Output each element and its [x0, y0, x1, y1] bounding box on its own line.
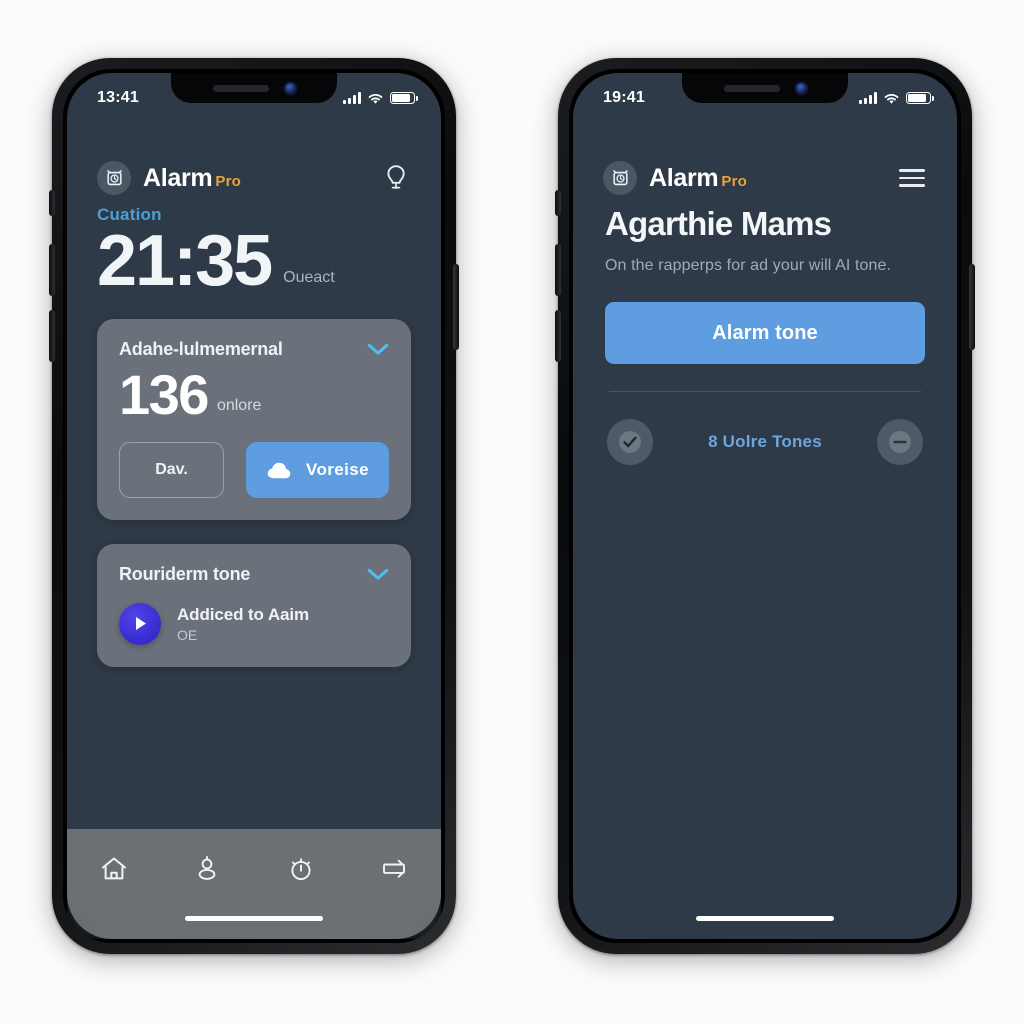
home-icon — [101, 857, 126, 880]
status-indicators-left — [343, 92, 418, 105]
battery-icon — [906, 92, 934, 104]
phone-left-screen: 13:41 Alarm Pro Cuation 21:35 Oueact Ada… — [67, 73, 441, 939]
app-header-left: Alarm Pro — [67, 161, 441, 195]
chevron-down-icon[interactable] — [367, 343, 389, 356]
lightbulb-icon[interactable] — [381, 163, 411, 193]
hero-time-row: 21:35 Oueact — [97, 221, 411, 301]
card-reminder-tone[interactable]: Rouriderm tone Addiced to Aaim OE — [97, 543, 411, 667]
alarm-clock-icon — [97, 161, 131, 195]
brand-label-left: Alarm — [143, 163, 213, 192]
tones-list-row[interactable]: 8 Uolre Tones — [605, 419, 925, 465]
app-header-right: Alarm Pro — [573, 161, 957, 195]
track-title: Addiced to Aaim — [177, 604, 309, 624]
phone-right-bezel: 19:41 Alarm Pro Agarthie Mams On the rap… — [569, 69, 961, 943]
home-indicator-left[interactable] — [185, 915, 323, 921]
mute-switch-left-phone[interactable] — [49, 190, 55, 216]
power-button-right-phone[interactable] — [969, 264, 975, 350]
main-content-right: Agarthie Mams On the rapperps for ad you… — [573, 205, 957, 939]
signal-bars-icon — [343, 92, 361, 104]
notch-right — [682, 73, 848, 103]
brand-logo-left[interactable]: Alarm Pro — [97, 161, 241, 195]
brand-name-left: Alarm Pro — [143, 164, 241, 193]
battery-icon — [390, 92, 418, 104]
brand-logo-right[interactable]: Alarm Pro — [603, 161, 747, 195]
card-schedule[interactable]: Adahe-lulmemernal 136 onlore Dav. Voreis… — [97, 319, 411, 520]
phone-right-screen: 19:41 Alarm Pro Agarthie Mams On the rap… — [573, 73, 957, 939]
hero-time-suffix: Oueact — [283, 269, 335, 287]
volume-up-button-right-phone[interactable] — [555, 244, 561, 296]
phone-right: 19:41 Alarm Pro Agarthie Mams On the rap… — [555, 58, 975, 954]
volume-down-button-left-phone[interactable] — [49, 310, 55, 362]
hero-time: 21:35 — [97, 221, 273, 301]
screenshot-stage: 13:41 Alarm Pro Cuation 21:35 Oueact Ada… — [0, 0, 1024, 1024]
status-indicators-right — [859, 92, 934, 105]
card-schedule-title: Adahe-lulmemernal — [119, 339, 283, 360]
volume-down-button-right-phone[interactable] — [555, 310, 561, 362]
phone-left-bezel: 13:41 Alarm Pro Cuation 21:35 Oueact Ada… — [63, 69, 445, 943]
page-title: Agarthie Mams — [605, 205, 832, 242]
card-reminder-title: Rouriderm tone — [119, 563, 251, 584]
minus-circle-icon[interactable] — [876, 419, 923, 465]
wifi-icon — [884, 93, 899, 104]
signal-bars-icon — [859, 92, 877, 104]
tones-count-label: 8 Uolre Tones — [708, 432, 822, 451]
speaker-grille-icon — [723, 84, 780, 92]
brand-pro-badge-right: Pro — [721, 172, 747, 190]
card-schedule-metric: 136 — [119, 363, 209, 427]
alarm-clock-icon — [603, 161, 637, 195]
tab-sound[interactable] — [368, 847, 420, 891]
status-time-right: 19:41 — [603, 89, 645, 106]
page-subtitle: On the rapperps for ad your will AI tone… — [605, 257, 892, 274]
card-schedule-metric-row: 136 onlore — [119, 363, 389, 427]
volume-up-button-left-phone[interactable] — [49, 244, 55, 296]
card-reminder-header: Rouriderm tone — [119, 564, 389, 585]
brand-name-right: Alarm Pro — [649, 164, 747, 193]
tab-home[interactable] — [88, 847, 140, 891]
track-subtitle: OE — [177, 626, 198, 643]
front-camera-icon — [795, 82, 807, 94]
voice-button-label: Voreise — [306, 459, 369, 479]
voice-button[interactable]: Voreise — [246, 441, 389, 498]
speaker-flag-icon — [383, 859, 406, 878]
card-schedule-header: Adahe-lulmemernal — [119, 339, 389, 360]
track-meta: Addiced to Aaim OE — [177, 605, 309, 643]
card-schedule-actions: Dav. Voreise — [119, 441, 389, 498]
tab-location[interactable] — [181, 847, 233, 891]
stopwatch-icon — [291, 858, 311, 881]
section-divider — [609, 391, 921, 392]
check-circle-icon[interactable] — [607, 419, 653, 465]
tab-bar-left — [67, 829, 441, 939]
track-row[interactable]: Addiced to Aaim OE — [119, 602, 389, 645]
tab-timer[interactable] — [275, 847, 327, 891]
play-icon[interactable] — [119, 602, 161, 645]
card-schedule-metric-unit: onlore — [216, 396, 262, 414]
speaker-grille-icon — [212, 84, 269, 92]
alarm-tone-button[interactable]: Alarm tone — [605, 302, 925, 364]
notch-left — [171, 73, 337, 103]
front-camera-icon — [284, 82, 296, 94]
brand-pro-badge-left: Pro — [215, 172, 241, 190]
mute-switch-right-phone[interactable] — [555, 190, 561, 216]
location-pin-icon — [198, 856, 216, 880]
wifi-icon — [368, 93, 383, 104]
day-button[interactable]: Dav. — [119, 441, 224, 498]
home-indicator-right[interactable] — [696, 915, 834, 921]
hamburger-menu-icon[interactable] — [897, 163, 927, 193]
status-time-left: 13:41 — [97, 89, 139, 106]
brand-label-right: Alarm — [649, 163, 719, 192]
phone-left: 13:41 Alarm Pro Cuation 21:35 Oueact Ada… — [49, 58, 459, 954]
cloud-icon — [267, 462, 291, 478]
chevron-down-icon[interactable] — [367, 568, 389, 581]
power-button-left-phone[interactable] — [453, 264, 459, 350]
